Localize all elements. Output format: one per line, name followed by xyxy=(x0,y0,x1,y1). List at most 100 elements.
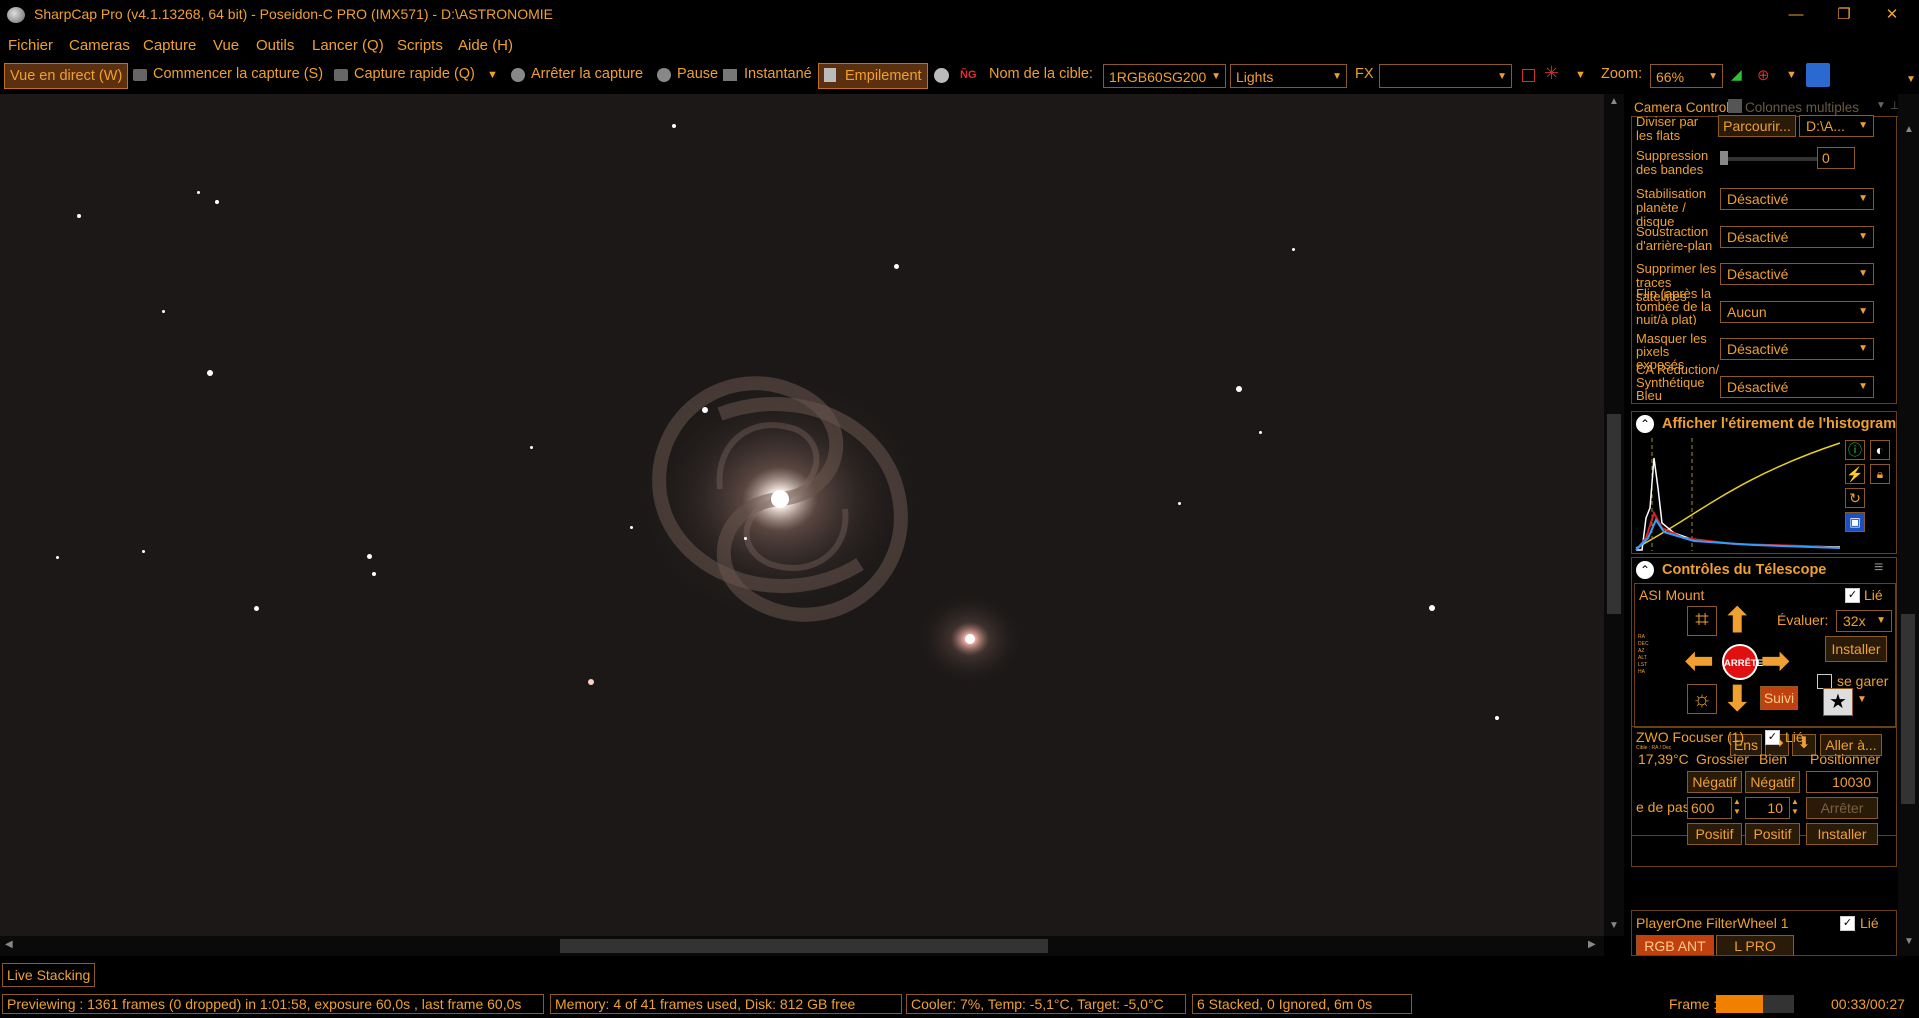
banding-slider[interactable] xyxy=(1720,151,1830,165)
background-subtraction-select[interactable]: Désactivé ▼ xyxy=(1720,226,1874,248)
chevron-down-icon[interactable]: ▼ xyxy=(1876,100,1886,111)
browse-flats-button[interactable]: Parcourir... xyxy=(1718,115,1796,137)
viewport-vertical-scrollbar[interactable]: ▲ ▼ xyxy=(1604,94,1624,936)
menu-capture[interactable]: Capture xyxy=(143,37,196,54)
scroll-down-icon[interactable]: ▼ xyxy=(1904,936,1914,947)
close-button[interactable]: ✕ xyxy=(1872,4,1912,26)
spiral-icon[interactable]: ⌗ xyxy=(1687,606,1717,636)
coarse-negative-button[interactable]: Négatif xyxy=(1687,771,1742,793)
menu-cameras[interactable]: Cameras xyxy=(69,37,130,54)
stepper-icon[interactable]: ▲ ▼ xyxy=(1791,797,1799,817)
filter-rgb-button[interactable]: RGB ANT xyxy=(1636,935,1714,955)
filter-lpro-button[interactable]: L PRO xyxy=(1716,935,1794,955)
chevron-down-icon[interactable]: ▼ xyxy=(1857,694,1867,705)
quick-capture-button[interactable]: Capture rapide (Q) xyxy=(354,66,475,82)
save-icon[interactable]: ▣ xyxy=(1845,512,1865,532)
pause-button[interactable]: Pause xyxy=(677,66,718,82)
flats-path-select[interactable]: D:\A... ▼ xyxy=(1799,115,1874,137)
snapshot-button[interactable]: Instantané xyxy=(744,66,812,82)
scrollbar-thumb[interactable] xyxy=(1901,614,1915,804)
focuser-linked-checkbox[interactable]: ✓ xyxy=(1765,730,1780,745)
lightning-icon[interactable]: ⚡ xyxy=(1845,464,1865,484)
scroll-up-icon[interactable]: ▲ xyxy=(1609,96,1619,107)
park-checkbox[interactable] xyxy=(1817,674,1832,689)
satellite-trails-select[interactable]: Désactivé ▼ xyxy=(1720,263,1874,285)
focuser-install-button[interactable]: Installer xyxy=(1806,823,1878,845)
star-icon[interactable]: ★ xyxy=(1823,688,1853,716)
chevron-down-icon[interactable]: ▼ xyxy=(1906,74,1916,85)
menu-scripts[interactable]: Scripts xyxy=(397,37,443,54)
mask-pixels-select[interactable]: Désactivé ▼ xyxy=(1720,338,1874,360)
crosshair-icon[interactable]: ✳ xyxy=(1544,63,1559,84)
focuser-stop-button[interactable]: Arrêter xyxy=(1806,797,1878,819)
maximize-button[interactable]: ❐ xyxy=(1824,4,1864,26)
arrow-down-icon[interactable]: ⬇ xyxy=(1723,682,1752,716)
sun-icon[interactable]: ☼ xyxy=(1687,684,1717,714)
moon-icon[interactable] xyxy=(934,68,949,83)
fine-negative-button[interactable]: Négatif xyxy=(1745,771,1800,793)
start-capture-button[interactable]: Commencer la capture (S) xyxy=(153,66,323,82)
zoom-select[interactable]: 66% ▼ xyxy=(1650,64,1723,88)
stepper-icon[interactable]: ▲ ▼ xyxy=(1733,797,1741,817)
focuser-position-input[interactable]: 10030 xyxy=(1806,771,1878,793)
banding-value-input[interactable]: 0 xyxy=(1817,147,1855,169)
right-panel-scrollbar[interactable]: ▲ ▼ xyxy=(1898,94,1919,956)
menu-lancer[interactable]: Lancer (Q) xyxy=(312,37,384,54)
arrow-right-icon[interactable]: ➡ xyxy=(1761,644,1790,678)
contrast-icon[interactable]: ◐ xyxy=(1870,440,1890,460)
scroll-up-icon[interactable]: ▲ xyxy=(1904,124,1914,135)
reset-icon[interactable]: ↻ xyxy=(1845,488,1865,508)
chevron-down-icon[interactable]: ▼ xyxy=(1786,69,1797,81)
arrow-left-icon[interactable]: ⬅ xyxy=(1685,644,1714,678)
fine-positive-button[interactable]: Positif xyxy=(1745,823,1800,845)
stop-capture-button[interactable]: Arrêter la capture xyxy=(531,66,643,82)
reticle-icon[interactable]: ⊕ xyxy=(1757,66,1770,84)
pin-icon[interactable] xyxy=(1806,63,1830,87)
viewport-horizontal-scrollbar[interactable]: ◀ ▶ xyxy=(0,936,1604,956)
mount-linked-checkbox[interactable]: ✓ xyxy=(1845,588,1860,603)
roi-icon[interactable] xyxy=(1522,69,1535,82)
target-name-input[interactable]: 1RGB60SG200 ▼ xyxy=(1103,64,1226,88)
power-icon[interactable]: ⓘ xyxy=(1845,440,1865,460)
live-stacking-tab[interactable]: Live Stacking xyxy=(2,963,96,987)
filterwheel-linked-checkbox[interactable]: ✓ xyxy=(1840,916,1855,931)
tab-multiple-columns[interactable]: Colonnes multiples xyxy=(1745,100,1859,115)
fine-step-input[interactable]: 10 xyxy=(1745,797,1790,819)
collapse-icon[interactable]: ⌃ xyxy=(1636,561,1654,579)
right-panel: Camera Controls Colonnes multiples ▼ ⊥ D… xyxy=(1626,94,1900,956)
scrollbar-thumb[interactable] xyxy=(1607,414,1621,614)
lock-icon[interactable]: 🔒︎ xyxy=(1870,464,1890,484)
scroll-left-icon[interactable]: ◀ xyxy=(5,939,13,950)
menu-icon[interactable]: ≡ xyxy=(1874,559,1883,577)
scrollbar-thumb[interactable] xyxy=(560,939,1048,953)
slider-handle[interactable] xyxy=(1720,151,1728,165)
coarse-step-input[interactable]: 600 xyxy=(1687,797,1732,819)
collapse-icon[interactable]: ⌃ xyxy=(1636,415,1654,433)
scroll-down-icon[interactable]: ▼ xyxy=(1609,920,1619,931)
menu-outils[interactable]: Outils xyxy=(256,37,294,54)
menu-vue[interactable]: Vue xyxy=(213,37,239,54)
ca-reduction-select[interactable]: Désactivé ▼ xyxy=(1720,376,1874,398)
menu-aide[interactable]: Aide (H) xyxy=(458,37,513,54)
tab-camera-controls[interactable]: Camera Controls xyxy=(1634,100,1736,115)
mount-install-button[interactable]: Installer xyxy=(1825,636,1887,662)
histogram-icon[interactable]: ◢ xyxy=(1731,66,1742,83)
track-button[interactable]: Suivi xyxy=(1760,686,1798,710)
stop-mount-button[interactable]: ARRÊTE xyxy=(1722,644,1763,680)
fits-icon[interactable]: ÑG xyxy=(960,69,977,81)
live-view-button[interactable]: Vue en direct (W) xyxy=(4,63,129,89)
minimize-button[interactable]: — xyxy=(1776,4,1816,26)
stabilization-select[interactable]: Désactivé ▼ xyxy=(1720,188,1874,210)
frame-type-select[interactable]: Lights ▼ xyxy=(1230,64,1347,88)
flip-select[interactable]: Aucun ▼ xyxy=(1720,301,1874,323)
arrow-up-icon[interactable]: ⬆ xyxy=(1723,604,1752,638)
histogram-plot[interactable] xyxy=(1634,438,1842,551)
image-viewport[interactable] xyxy=(0,94,1604,936)
chevron-down-icon[interactable]: ▼ xyxy=(487,69,498,81)
rate-select[interactable]: 32x ▼ xyxy=(1836,610,1892,632)
scroll-right-icon[interactable]: ▶ xyxy=(1588,939,1596,950)
menu-fichier[interactable]: Fichier xyxy=(8,37,53,54)
coarse-positive-button[interactable]: Positif xyxy=(1687,823,1742,845)
chevron-down-icon[interactable]: ▼ xyxy=(1575,69,1586,81)
fx-select[interactable]: ▼ xyxy=(1379,64,1512,88)
